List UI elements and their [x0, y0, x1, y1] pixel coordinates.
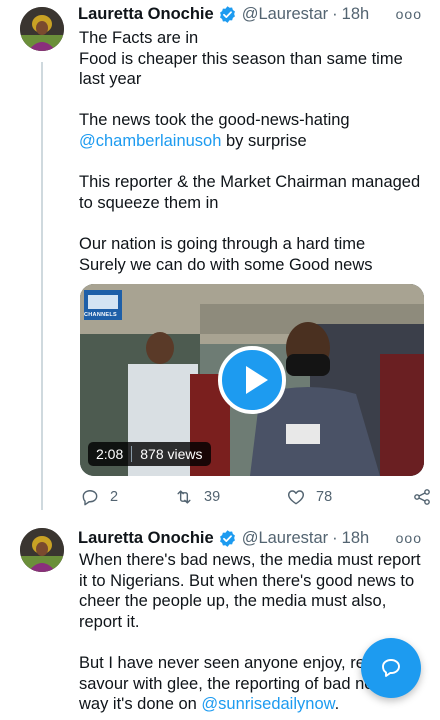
- video-views: 878 views: [140, 446, 203, 462]
- retweet-icon: [177, 490, 191, 504]
- tweet-text-line: Food is cheaper this season than same ti…: [79, 49, 403, 89]
- share-button[interactable]: [412, 487, 432, 507]
- tweet-text-line: The news took the good-news-hating: [79, 111, 350, 130]
- badge-divider: [131, 446, 133, 462]
- retweet-button[interactable]: 39: [174, 487, 286, 507]
- author-handle[interactable]: @Laurestar: [242, 529, 328, 548]
- tweet-header: Lauretta Onochie @Laurestar · 18h: [78, 2, 369, 26]
- tweet[interactable]: Lauretta Onochie @Laurestar · 18h ooo Th…: [0, 0, 440, 520]
- tweet-text-line: Our nation is going through a hard time: [79, 234, 366, 253]
- heart-icon: [287, 490, 305, 505]
- tweet-text-fragment: way it's done on: [79, 695, 202, 714]
- more-icon[interactable]: ooo: [396, 6, 422, 22]
- compose-icon: [382, 659, 400, 677]
- video-player[interactable]: CHANNELS 2:08 878 views: [80, 284, 424, 476]
- avatar[interactable]: [20, 7, 64, 51]
- author-handle[interactable]: @Laurestar: [242, 5, 328, 24]
- tweet-text: The Facts are in Food is cheaper this se…: [79, 28, 427, 275]
- separator-dot: ·: [332, 528, 338, 547]
- tweet-text-fragment: by surprise: [221, 131, 307, 150]
- play-button[interactable]: [218, 346, 286, 414]
- tweet-text-line: This reporter & the Market Chairman mana…: [79, 173, 421, 212]
- like-button[interactable]: 78: [286, 487, 392, 507]
- reply-icon: [82, 490, 98, 506]
- avatar-photo: [20, 528, 64, 572]
- tweet-text-fragment: .: [334, 695, 340, 714]
- tweet-time[interactable]: 18h: [342, 5, 370, 24]
- tweet-text-line: Surely we can do with some Good news: [79, 255, 373, 274]
- mention-link[interactable]: @sunrisedailynow: [201, 695, 334, 713]
- verified-badge-icon: [219, 5, 235, 23]
- reply-button[interactable]: 2: [80, 487, 174, 507]
- tweet-text-line: @chamberlainusoh by surprise: [79, 131, 427, 152]
- retweet-count: 39: [204, 489, 221, 505]
- tweet-actions: 2 39 78: [80, 484, 432, 510]
- mention-link[interactable]: @chamberlainusoh: [79, 132, 221, 150]
- compose-button[interactable]: [361, 638, 421, 698]
- like-count: 78: [316, 489, 333, 505]
- tweet-text-line: way it's done on @sunrisedailynow.: [79, 694, 427, 715]
- author-name[interactable]: Lauretta Onochie: [78, 5, 214, 24]
- video-info-badge: 2:08 878 views: [88, 442, 211, 466]
- author-name[interactable]: Lauretta Onochie: [78, 529, 214, 548]
- tweet-text-line: The Facts are in: [79, 29, 199, 47]
- tweet-text-paragraph: When there's bad news, the media must re…: [79, 551, 421, 631]
- separator-dot: ·: [332, 4, 338, 23]
- video-duration: 2:08: [96, 446, 124, 462]
- tweet-time[interactable]: 18h: [342, 529, 370, 548]
- avatar[interactable]: [20, 528, 64, 572]
- tweet-header: Lauretta Onochie @Laurestar · 18h: [78, 526, 369, 550]
- share-icon: [414, 489, 430, 505]
- channel-logo-text: CHANNELS: [84, 312, 117, 318]
- more-icon[interactable]: ooo: [396, 530, 422, 546]
- verified-badge-icon: [219, 529, 235, 547]
- play-icon: [246, 366, 268, 394]
- avatar-photo: [20, 7, 64, 51]
- reply-count: 2: [110, 489, 119, 505]
